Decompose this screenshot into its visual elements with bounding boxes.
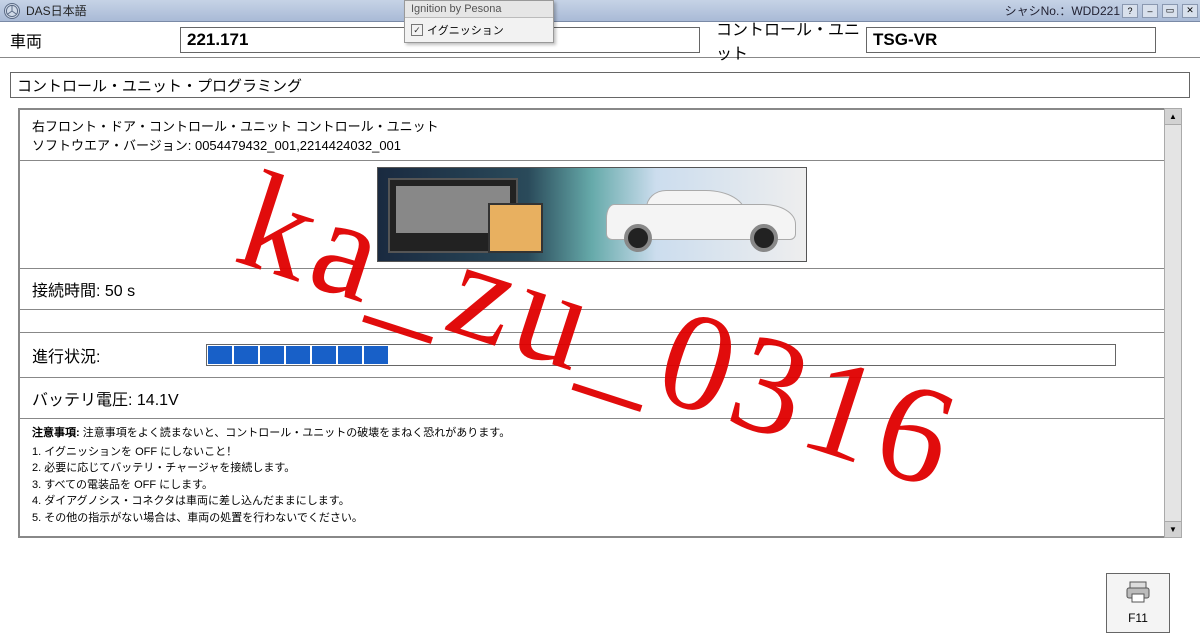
- control-unit-value-box: TSG-VR: [866, 27, 1156, 53]
- notes-item: 1. イグニッションを OFF にしないこと！: [32, 444, 1152, 461]
- connection-time-value: 50 s: [105, 283, 135, 300]
- battery-value: 14.1V: [137, 392, 179, 409]
- progress-segment: [338, 346, 362, 364]
- vehicle-value: 221.171: [187, 30, 248, 50]
- notes-item: 2. 必要に応じてバッテリ・チャージャを接続します。: [32, 460, 1152, 477]
- app-logo-icon: [4, 3, 20, 19]
- f11-print-button[interactable]: F11: [1106, 573, 1170, 633]
- battery-row: バッテリ電圧: 14.1V: [20, 378, 1164, 419]
- notes-item: 5. その他の指示がない場合は、車両の処置を行わないでください。: [32, 510, 1152, 527]
- connection-time-label: 接続時間:: [32, 283, 105, 300]
- notes-item: 3. すべての電装品を OFF にします。: [32, 477, 1152, 494]
- progress-row: 進行状況:: [20, 332, 1164, 378]
- image-row: [20, 161, 1164, 269]
- section-title-row: コントロール・ユニット・プログラミング: [10, 72, 1190, 98]
- progress-segment: [364, 346, 388, 364]
- progress-segment: [260, 346, 284, 364]
- app-title: DAS日本語: [26, 2, 87, 19]
- maximize-button[interactable]: ▭: [1162, 4, 1178, 18]
- control-unit-value: TSG-VR: [873, 30, 937, 50]
- programming-graphic: [377, 167, 807, 262]
- notes-heading-line: 注意事項: 注意事項をよく読まないと、コントロール・ユニットの破壊をまねく恐れが…: [32, 425, 1152, 442]
- progress-segment: [286, 346, 310, 364]
- f11-label: F11: [1128, 611, 1148, 625]
- checkbox-icon: ✓: [411, 24, 423, 36]
- progress-segment: [208, 346, 232, 364]
- control-unit-label: コントロール・ユニット: [716, 16, 866, 64]
- vertical-scrollbar[interactable]: ▲ ▼: [1164, 108, 1182, 538]
- window-buttons: ? – ▭ ✕: [1122, 4, 1198, 18]
- unit-name: 右フロント・ドア・コントロール・ユニット コントロール・ユニット: [32, 116, 1152, 135]
- minimize-button[interactable]: –: [1142, 4, 1158, 18]
- title-bar: DAS日本語 シャシNo.：WDD221 ? – ▭ ✕: [0, 0, 1200, 22]
- help-button[interactable]: ?: [1122, 4, 1138, 18]
- dropdown-item-ignition[interactable]: ✓ イグニッション: [405, 18, 553, 42]
- notes-list: 1. イグニッションを OFF にしないこと！2. 必要に応じてバッテリ・チャー…: [32, 444, 1152, 527]
- notes-item: 4. ダイアグノシス・コネクタは車両に差し込んだままにします。: [32, 493, 1152, 510]
- section-title: コントロール・ユニット・プログラミング: [10, 72, 1190, 98]
- dropdown-header: Ignition by Pesona: [405, 1, 553, 18]
- progress-segment: [234, 346, 258, 364]
- scroll-down-icon[interactable]: ▼: [1165, 521, 1181, 537]
- notes-title: 注意事項:: [32, 427, 83, 439]
- interface-box-icon: [488, 203, 543, 253]
- scroll-up-icon[interactable]: ▲: [1165, 109, 1181, 125]
- progress-bar: [206, 344, 1116, 366]
- progress-segment: [312, 346, 336, 364]
- software-version-label: ソフトウエア・バージョン:: [32, 138, 195, 153]
- dropdown-item-label: イグニッション: [427, 22, 504, 38]
- spacer: [20, 310, 1164, 332]
- software-version-line: ソフトウエア・バージョン: 0054479432_001,2214424032_…: [32, 135, 1152, 154]
- content-frame: 右フロント・ドア・コントロール・ユニット コントロール・ユニット ソフトウエア・…: [18, 108, 1182, 538]
- notes-segment: 注意事項: 注意事項をよく読まないと、コントロール・ユニットの破壊をまねく恐れが…: [20, 419, 1164, 536]
- chassis-number: シャシNo.：WDD221: [1005, 2, 1120, 19]
- notes-title-text: 注意事項をよく読まないと、コントロール・ユニットの破壊をまねく恐れがあります。: [83, 427, 510, 439]
- close-button[interactable]: ✕: [1182, 4, 1198, 18]
- header-row: 車両 221.171 コントロール・ユニット TSG-VR: [0, 22, 1200, 58]
- printer-icon: [1125, 581, 1151, 609]
- progress-label: 進行状況:: [32, 343, 100, 367]
- unit-info-segment: 右フロント・ドア・コントロール・ユニット コントロール・ユニット ソフトウエア・…: [20, 110, 1164, 161]
- vehicle-label: 車両: [10, 28, 180, 52]
- connection-time-row: 接続時間: 50 s: [20, 269, 1164, 310]
- ignition-dropdown[interactable]: Ignition by Pesona ✓ イグニッション: [404, 0, 554, 43]
- battery-label: バッテリ電圧:: [32, 392, 137, 409]
- car-icon: [606, 186, 796, 256]
- software-version-value: 0054479432_001,2214424032_001: [195, 138, 401, 153]
